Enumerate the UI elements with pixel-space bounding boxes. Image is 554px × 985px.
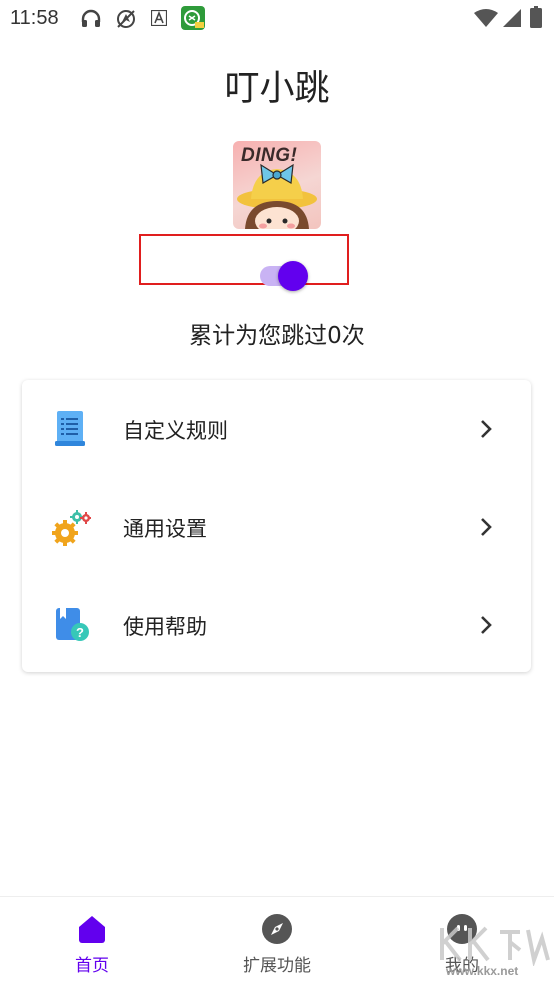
- menu-card: 自定义规则 通用设置 ? 使用帮助: [22, 380, 531, 672]
- status-time: 11:58: [10, 7, 59, 29]
- nav-label: 首页: [75, 956, 109, 976]
- compass-icon: [261, 913, 293, 945]
- menu-item-label: 通用设置: [123, 517, 207, 541]
- highlight-box: [139, 234, 349, 285]
- menu-item-label: 使用帮助: [123, 615, 207, 639]
- nav-item-home[interactable]: 首页: [32, 897, 152, 985]
- wifi-icon: [474, 9, 498, 31]
- gears-icon: [51, 507, 92, 547]
- app-notification-icon: [181, 6, 205, 34]
- watermark-text: www.kkx.net: [446, 964, 519, 978]
- status-bar: 11:58: [0, 0, 554, 36]
- chevron-right-icon: [476, 515, 496, 539]
- svg-text:?: ?: [76, 625, 84, 640]
- app-title: 叮小跳: [224, 69, 330, 109]
- app-logo: DING!: [233, 141, 321, 229]
- font-a-icon: [150, 9, 168, 30]
- nav-label: 扩展功能: [243, 956, 311, 976]
- skip-count-text: 累计为您跳过0次: [189, 323, 365, 349]
- menu-item-label: 自定义规则: [123, 419, 228, 443]
- document-icon: [51, 409, 91, 449]
- battery-icon: [530, 6, 542, 32]
- nav-item-extensions[interactable]: 扩展功能: [217, 897, 337, 985]
- chevron-right-icon: [476, 417, 496, 441]
- signal-icon: [503, 9, 521, 31]
- no-location-icon: [115, 8, 137, 34]
- switch-thumb[interactable]: [278, 261, 308, 291]
- menu-item-help[interactable]: ? 使用帮助: [22, 576, 531, 674]
- chevron-right-icon: [476, 613, 496, 637]
- help-book-icon: ?: [51, 605, 91, 645]
- menu-item-general-settings[interactable]: 通用设置: [22, 478, 531, 576]
- home-icon: [76, 913, 108, 945]
- menu-item-custom-rules[interactable]: 自定义规则: [22, 380, 531, 478]
- headphones-icon: [80, 8, 102, 32]
